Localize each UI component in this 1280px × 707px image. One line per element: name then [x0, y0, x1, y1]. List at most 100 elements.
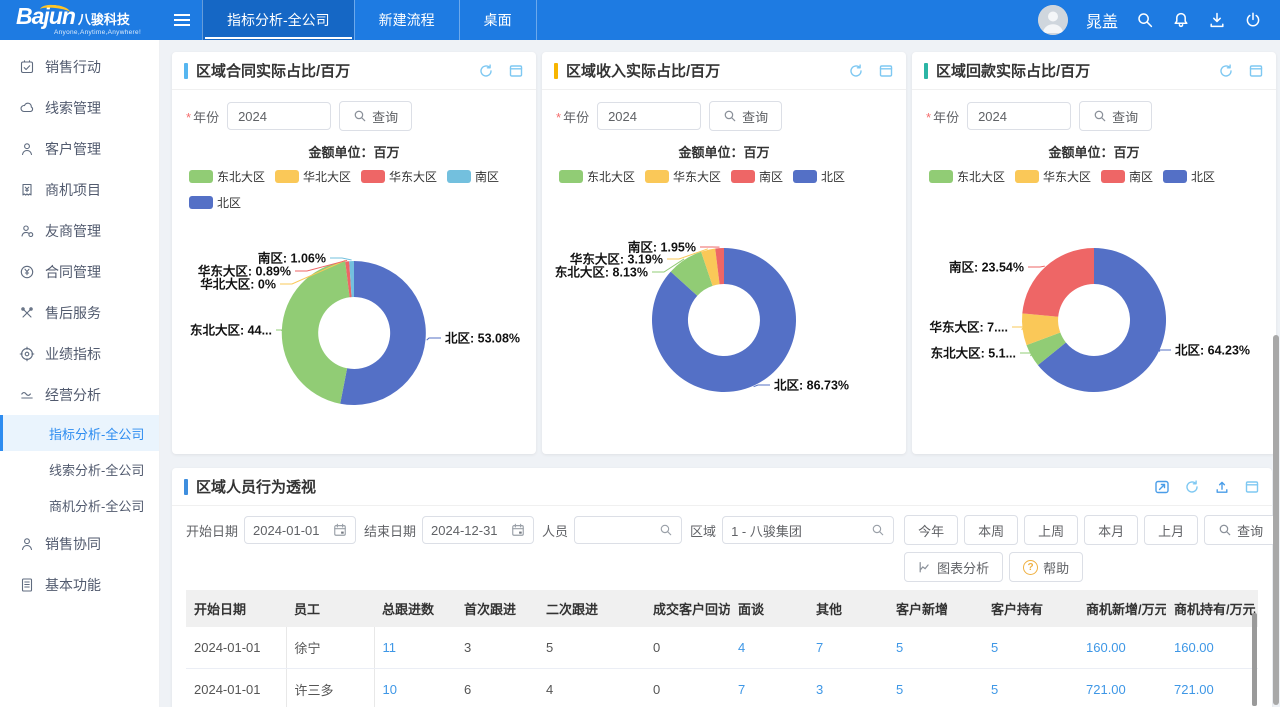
chart-analysis-button[interactable]: 图表分析: [904, 552, 1003, 582]
maximize-icon[interactable]: [878, 63, 894, 79]
donut-segment[interactable]: [282, 261, 350, 403]
sidebar-subitem[interactable]: 指标分析-全公司: [0, 415, 159, 451]
refresh-icon[interactable]: [848, 63, 864, 79]
menu-toggle-icon[interactable]: [162, 0, 202, 40]
table-cell[interactable]: 721.00: [1166, 669, 1258, 707]
label-leader-line: [1020, 353, 1032, 356]
sidebar-item[interactable]: 业绩指标: [0, 333, 159, 374]
legend-item[interactable]: 北区: [189, 194, 241, 211]
query-button[interactable]: 查询: [709, 101, 782, 131]
maximize-icon[interactable]: [1248, 63, 1264, 79]
legend-item[interactable]: 华东大区: [1015, 168, 1091, 185]
query-button[interactable]: 查询: [1079, 101, 1152, 131]
legend-item[interactable]: 北区: [1163, 168, 1215, 185]
sidebar-item[interactable]: 线索管理: [0, 87, 159, 128]
quick-range-button[interactable]: 本周: [964, 515, 1018, 545]
sidebar-item[interactable]: 商机项目: [0, 169, 159, 210]
filter-buttons: 今年本周上周本月上月查询 图表分析 ? 帮助: [904, 515, 1277, 582]
maximize-icon[interactable]: [1244, 479, 1260, 495]
quick-range-button[interactable]: 本月: [1084, 515, 1138, 545]
nav-tab[interactable]: 新建流程: [354, 0, 459, 40]
donut-chart: 北区: 53.08%东北大区: 44...华北大区: 0%华东大区: 0.89%…: [172, 211, 536, 454]
table-header-cell: 员工: [286, 590, 374, 627]
donut-chart: 北区: 86.73%东北大区: 8.13%华东大区: 3.19%南区: 1.95…: [542, 185, 906, 454]
quick-range-button[interactable]: 今年: [904, 515, 958, 545]
table-cell[interactable]: 4: [730, 627, 808, 669]
table-scrollbar[interactable]: [1252, 613, 1257, 706]
table-cell[interactable]: 7: [808, 627, 888, 669]
sidebar-item-label: 经营分析: [45, 385, 101, 405]
legend-item[interactable]: 华北大区: [275, 168, 351, 185]
person-input[interactable]: [574, 516, 682, 544]
table-cell: 2024-01-01: [186, 669, 286, 707]
year-input[interactable]: [597, 102, 701, 130]
search-icon: [723, 109, 737, 123]
legend-item[interactable]: 东北大区: [189, 168, 265, 185]
help-button[interactable]: ? 帮助: [1009, 552, 1083, 582]
legend-swatch: [731, 170, 755, 183]
avatar[interactable]: [1038, 5, 1068, 35]
donut-segment[interactable]: [1022, 248, 1094, 317]
sidebar-item[interactable]: 售后服务: [0, 292, 159, 333]
nav-tab[interactable]: 指标分析-全公司: [202, 0, 354, 40]
legend-item[interactable]: 华东大区: [645, 168, 721, 185]
table-cell[interactable]: 721.00: [1078, 669, 1166, 707]
legend-item[interactable]: 南区: [1101, 168, 1153, 185]
table-cell[interactable]: 10: [374, 669, 456, 707]
search-icon: [871, 523, 885, 537]
year-input[interactable]: [967, 102, 1071, 130]
year-input[interactable]: [227, 102, 331, 130]
table-cell[interactable]: 160.00: [1078, 627, 1166, 669]
maximize-icon[interactable]: [508, 63, 524, 79]
upload-icon[interactable]: [1214, 479, 1230, 495]
start-date-input[interactable]: 2024-01-01: [244, 516, 356, 544]
sidebar-item[interactable]: 友商管理: [0, 210, 159, 251]
quick-range-button[interactable]: 上周: [1024, 515, 1078, 545]
power-icon[interactable]: [1244, 11, 1262, 29]
end-date-input[interactable]: 2024-12-31: [422, 516, 534, 544]
table-cell[interactable]: 11: [374, 627, 456, 669]
app-logo[interactable]: Bajun 八骏科技 Anyone,Anytime,Anywhere!: [0, 0, 162, 40]
legend-item[interactable]: 华东大区: [361, 168, 437, 185]
sidebar-item[interactable]: 销售协同: [0, 523, 159, 564]
table-cell: 0: [645, 627, 730, 669]
sidebar-subitem[interactable]: 线索分析-全公司: [0, 451, 159, 487]
legend-item[interactable]: 东北大区: [559, 168, 635, 185]
table-cell[interactable]: 5: [888, 669, 983, 707]
table-cell[interactable]: 5: [983, 669, 1078, 707]
username[interactable]: 晁盖: [1086, 8, 1118, 32]
search-icon[interactable]: [1136, 11, 1154, 29]
panel-accent: [554, 63, 558, 79]
chart-jump-icon[interactable]: [1154, 479, 1170, 495]
page-scrollbar[interactable]: [1273, 335, 1279, 705]
query-button[interactable]: 查询: [1204, 515, 1277, 545]
sidebar-item[interactable]: 客户管理: [0, 128, 159, 169]
download-icon[interactable]: [1208, 11, 1226, 29]
sidebar-item[interactable]: 经营分析: [0, 374, 159, 415]
topbar: Bajun 八骏科技 Anyone,Anytime,Anywhere! 指标分析…: [0, 0, 1280, 40]
sidebar-item[interactable]: 基本功能: [0, 564, 159, 605]
table-cell[interactable]: 5: [888, 627, 983, 669]
table-header-cell: 开始日期: [186, 590, 286, 627]
table-cell[interactable]: 7: [730, 669, 808, 707]
legend-item[interactable]: 南区: [731, 168, 783, 185]
table-cell[interactable]: 160.00: [1166, 627, 1258, 669]
query-button[interactable]: 查询: [339, 101, 412, 131]
refresh-icon[interactable]: [478, 63, 494, 79]
region-select[interactable]: 1 - 八骏集团: [722, 516, 894, 544]
nav-tab[interactable]: 桌面: [459, 0, 537, 40]
table-cell[interactable]: 5: [983, 627, 1078, 669]
refresh-icon[interactable]: [1218, 63, 1234, 79]
sidebar-subitem[interactable]: 商机分析-全公司: [0, 487, 159, 523]
bell-icon[interactable]: [1172, 11, 1190, 29]
sidebar-item[interactable]: 销售行动: [0, 46, 159, 87]
legend-item[interactable]: 东北大区: [929, 168, 1005, 185]
table-cell[interactable]: 3: [808, 669, 888, 707]
legend-item[interactable]: 北区: [793, 168, 845, 185]
quick-range-button[interactable]: 上月: [1144, 515, 1198, 545]
sidebar-item[interactable]: 合同管理: [0, 251, 159, 292]
label-leader-line: [427, 338, 441, 340]
legend-item[interactable]: 南区: [447, 168, 499, 185]
receipt-icon: [19, 182, 35, 198]
refresh-icon[interactable]: [1184, 479, 1200, 495]
